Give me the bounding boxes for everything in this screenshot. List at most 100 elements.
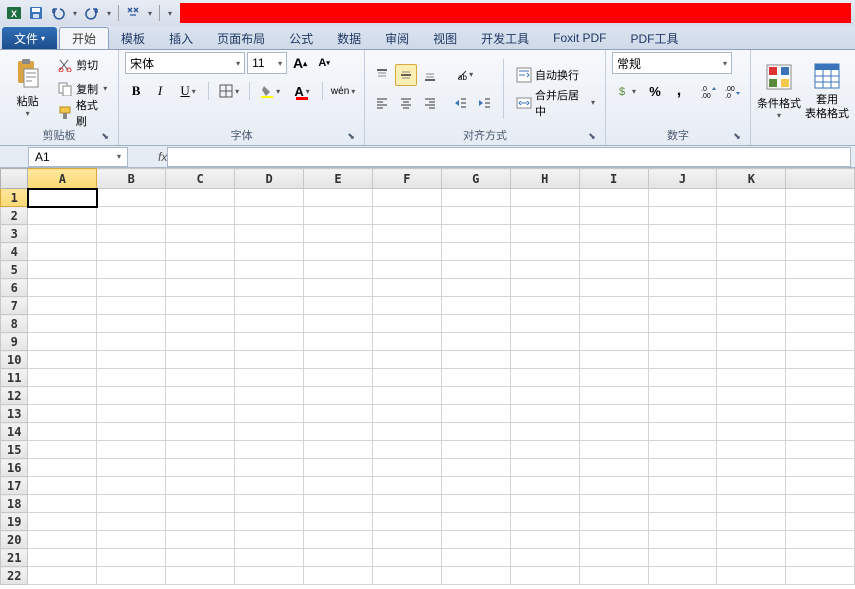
- cell[interactable]: [372, 495, 441, 513]
- cell[interactable]: [786, 477, 855, 495]
- cell[interactable]: [648, 351, 717, 369]
- row-header[interactable]: 9: [1, 333, 28, 351]
- cell[interactable]: [235, 297, 304, 315]
- find-dropdown-icon[interactable]: ▾: [145, 3, 155, 23]
- row-header[interactable]: 17: [1, 477, 28, 495]
- cell[interactable]: [28, 387, 97, 405]
- cell[interactable]: [235, 315, 304, 333]
- cell[interactable]: [441, 531, 510, 549]
- align-center-button[interactable]: [395, 92, 417, 114]
- cell[interactable]: [786, 531, 855, 549]
- select-all-corner[interactable]: [1, 169, 28, 189]
- cell[interactable]: [510, 405, 579, 423]
- cell[interactable]: [372, 297, 441, 315]
- cell[interactable]: [648, 567, 717, 585]
- cell[interactable]: [97, 189, 166, 207]
- cell[interactable]: [579, 207, 648, 225]
- cell[interactable]: [510, 189, 579, 207]
- cell[interactable]: [441, 549, 510, 567]
- row-header[interactable]: 2: [1, 207, 28, 225]
- row-header[interactable]: 18: [1, 495, 28, 513]
- cell[interactable]: [786, 513, 855, 531]
- cell[interactable]: [579, 459, 648, 477]
- cell[interactable]: [372, 459, 441, 477]
- cell[interactable]: [235, 207, 304, 225]
- cell[interactable]: [372, 225, 441, 243]
- cell[interactable]: [372, 333, 441, 351]
- align-left-button[interactable]: [371, 92, 393, 114]
- align-bottom-button[interactable]: [419, 64, 441, 86]
- cell[interactable]: [579, 495, 648, 513]
- cell[interactable]: [717, 549, 786, 567]
- cell[interactable]: [648, 279, 717, 297]
- cell[interactable]: [441, 459, 510, 477]
- cell[interactable]: [97, 387, 166, 405]
- cell[interactable]: [510, 495, 579, 513]
- cell[interactable]: [510, 567, 579, 585]
- cell[interactable]: [786, 315, 855, 333]
- cell[interactable]: [372, 351, 441, 369]
- cell[interactable]: [97, 441, 166, 459]
- cell[interactable]: [717, 459, 786, 477]
- cell[interactable]: [235, 279, 304, 297]
- cell[interactable]: [717, 513, 786, 531]
- qat-customize-icon[interactable]: ▾: [164, 3, 176, 23]
- cell[interactable]: [510, 333, 579, 351]
- cell[interactable]: [648, 207, 717, 225]
- cell[interactable]: [28, 207, 97, 225]
- row-header[interactable]: 15: [1, 441, 28, 459]
- italic-button[interactable]: I: [149, 80, 171, 102]
- cell[interactable]: [235, 387, 304, 405]
- cell[interactable]: [97, 351, 166, 369]
- cell[interactable]: [304, 441, 373, 459]
- cell[interactable]: [717, 495, 786, 513]
- cell[interactable]: [717, 441, 786, 459]
- tab-template[interactable]: 模板: [109, 27, 157, 49]
- cell[interactable]: [304, 333, 373, 351]
- cell[interactable]: [510, 423, 579, 441]
- cell[interactable]: [166, 207, 235, 225]
- cell[interactable]: [510, 513, 579, 531]
- cell[interactable]: [579, 225, 648, 243]
- cell[interactable]: [166, 225, 235, 243]
- cell[interactable]: [579, 189, 648, 207]
- cell[interactable]: [579, 369, 648, 387]
- cell[interactable]: [235, 423, 304, 441]
- cell[interactable]: [510, 531, 579, 549]
- cell[interactable]: [166, 567, 235, 585]
- find-icon[interactable]: [123, 3, 143, 23]
- row-header[interactable]: 6: [1, 279, 28, 297]
- cell[interactable]: [510, 369, 579, 387]
- cell[interactable]: [717, 333, 786, 351]
- cell[interactable]: [579, 567, 648, 585]
- cell[interactable]: [372, 369, 441, 387]
- cell[interactable]: [28, 297, 97, 315]
- cell[interactable]: [786, 243, 855, 261]
- cell[interactable]: [786, 459, 855, 477]
- cell[interactable]: [579, 333, 648, 351]
- cell[interactable]: [235, 459, 304, 477]
- cell[interactable]: [372, 513, 441, 531]
- decrease-decimal-button[interactable]: .00.0: [722, 80, 744, 102]
- row-header[interactable]: 13: [1, 405, 28, 423]
- cell[interactable]: [441, 243, 510, 261]
- number-launcher-icon[interactable]: ⬊: [730, 129, 744, 143]
- cell[interactable]: [97, 315, 166, 333]
- grow-font-button[interactable]: A▴: [289, 52, 311, 74]
- cell[interactable]: [441, 369, 510, 387]
- cell[interactable]: [648, 441, 717, 459]
- cell[interactable]: [717, 225, 786, 243]
- cell[interactable]: [717, 189, 786, 207]
- cell[interactable]: [372, 279, 441, 297]
- cell[interactable]: [648, 459, 717, 477]
- tab-data[interactable]: 数据: [325, 27, 373, 49]
- cell[interactable]: [510, 243, 579, 261]
- cell[interactable]: [441, 189, 510, 207]
- cell[interactable]: [304, 369, 373, 387]
- cell[interactable]: [441, 207, 510, 225]
- cell[interactable]: [166, 279, 235, 297]
- tab-home[interactable]: 开始: [59, 27, 109, 49]
- cell[interactable]: [510, 459, 579, 477]
- cell[interactable]: [786, 423, 855, 441]
- cell[interactable]: [441, 495, 510, 513]
